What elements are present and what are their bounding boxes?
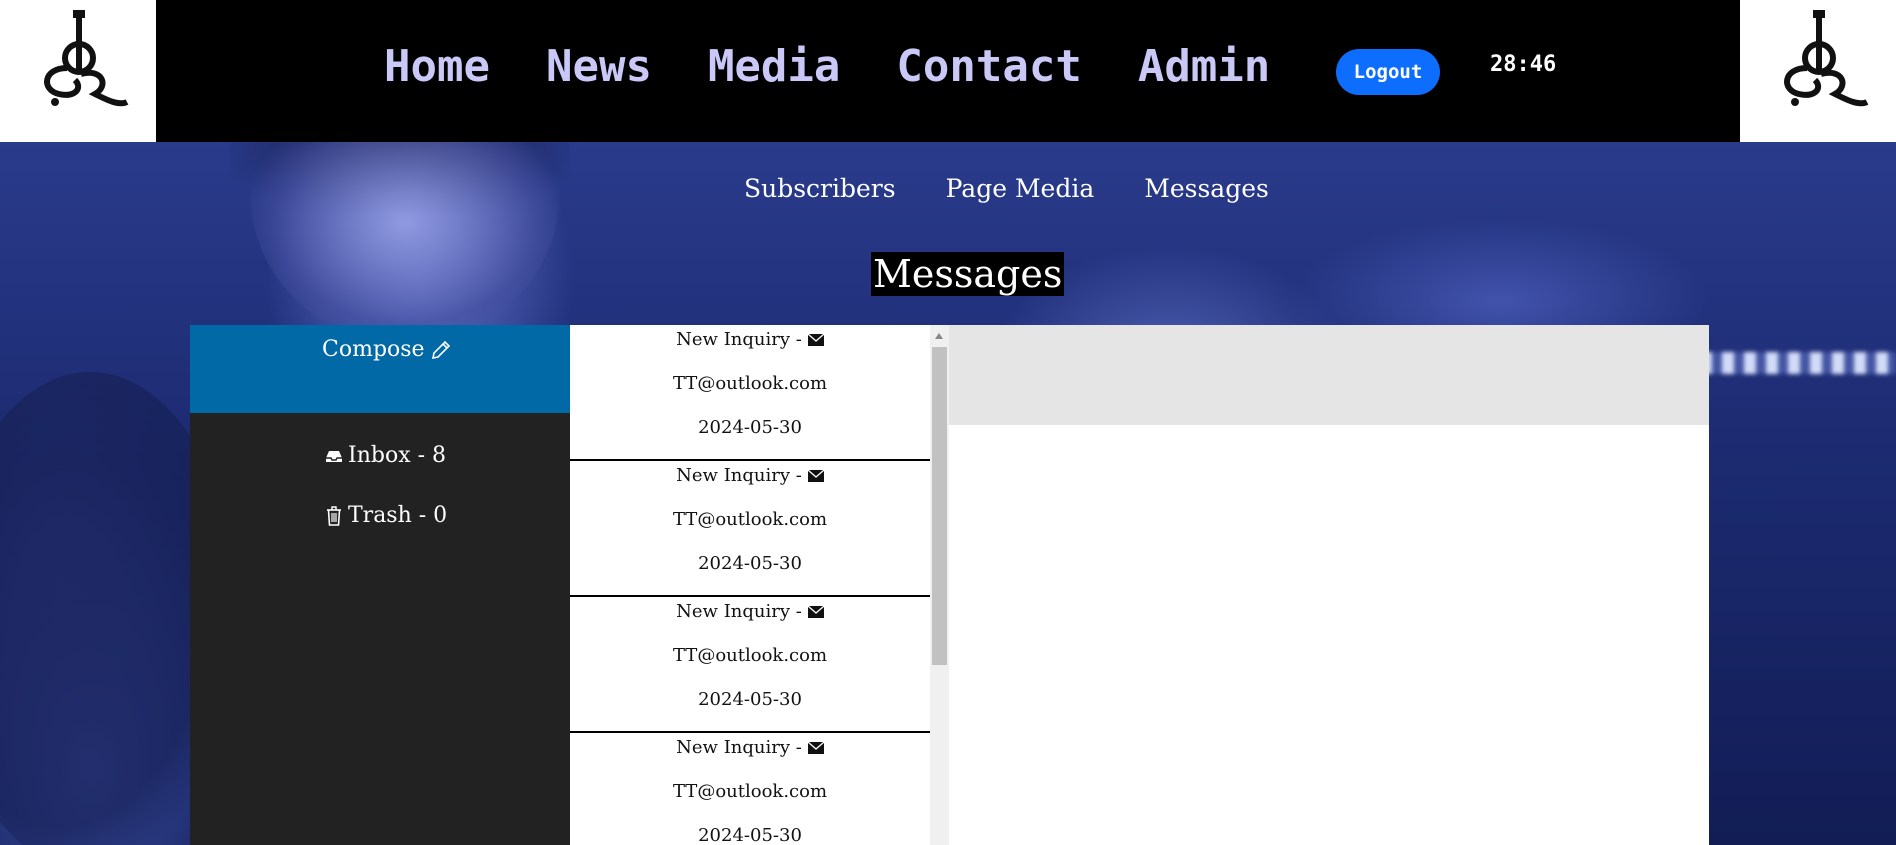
message-date: 2024-05-30 (698, 553, 802, 574)
sr-logo-icon (44, 10, 129, 107)
message-subject: New Inquiry - (676, 465, 802, 486)
site-header: Home News Media Contact Admin Logout 28:… (0, 0, 1896, 142)
nav-home[interactable]: Home (384, 36, 490, 98)
sr-logo-icon (1784, 10, 1869, 107)
background-stage-lights (1700, 352, 1896, 374)
message-date: 2024-05-30 (698, 825, 802, 845)
session-timer: 28:46 (1490, 52, 1557, 77)
message-subject: New Inquiry - (676, 737, 802, 758)
compose-label: Compose (322, 337, 425, 362)
nav-news[interactable]: News (546, 36, 652, 98)
logout-button[interactable]: Logout (1336, 49, 1440, 95)
message-subject-row: New Inquiry - (570, 463, 930, 489)
nav-media[interactable]: Media (708, 36, 840, 98)
subnav-messages[interactable]: Messages (1144, 174, 1269, 203)
subnav-page-media[interactable]: Page Media (946, 174, 1095, 203)
trash-label: Trash - 0 (348, 503, 448, 528)
message-item[interactable]: New Inquiry - TT@outlook.com 2024-05-30 (570, 733, 930, 845)
envelope-icon (807, 470, 824, 482)
message-date: 2024-05-30 (698, 689, 802, 710)
folder-trash[interactable]: Trash - 0 (324, 503, 447, 528)
message-subject: New Inquiry - (676, 601, 802, 622)
message-date: 2024-05-30 (698, 417, 802, 438)
envelope-icon (807, 334, 824, 346)
inbox-label: Inbox - 8 (348, 443, 447, 468)
message-reader (949, 325, 1709, 845)
page-title: Messages (871, 252, 1065, 296)
message-subject-row: New Inquiry - (570, 327, 930, 353)
admin-subnav: Subscribers Page Media Messages (744, 174, 1319, 203)
background-face (250, 142, 560, 342)
scroll-thumb[interactable] (932, 347, 947, 665)
logo-right[interactable] (1740, 0, 1896, 142)
message-item[interactable]: New Inquiry - TT@outlook.com 2024-05-30 (570, 461, 930, 597)
trash-icon (327, 505, 341, 526)
scroll-up-arrow[interactable] (935, 333, 943, 339)
message-sender: TT@outlook.com (672, 781, 828, 802)
envelope-icon (807, 606, 824, 618)
reader-header (949, 325, 1709, 425)
message-subject: New Inquiry - (676, 329, 802, 350)
envelope-icon (807, 742, 824, 754)
mail-sidebar: Compose Inbox - 8 Trash - 0 (190, 325, 570, 845)
main-nav: Home News Media Contact Admin (384, 36, 1326, 98)
message-item[interactable]: New Inquiry - TT@outlook.com 2024-05-30 (570, 325, 930, 461)
message-list: New Inquiry - TT@outlook.com 2024-05-30 … (570, 325, 930, 845)
inbox-tray-icon (326, 450, 342, 462)
pencil-icon (431, 340, 450, 359)
message-list-scrollbar[interactable] (930, 325, 949, 845)
nav-contact[interactable]: Contact (896, 36, 1081, 98)
message-sender: TT@outlook.com (672, 645, 828, 666)
subnav-subscribers[interactable]: Subscribers (744, 174, 896, 203)
message-sender: TT@outlook.com (672, 509, 828, 530)
message-subject-row: New Inquiry - (570, 599, 930, 625)
message-item[interactable]: New Inquiry - TT@outlook.com 2024-05-30 (570, 597, 930, 733)
message-sender: TT@outlook.com (672, 373, 828, 394)
logo-left[interactable] (0, 0, 156, 142)
compose-content: Compose (322, 337, 457, 362)
compose-button[interactable]: Compose (190, 325, 570, 413)
message-subject-row: New Inquiry - (570, 735, 930, 761)
nav-admin[interactable]: Admin (1138, 36, 1270, 98)
folder-inbox[interactable]: Inbox - 8 (324, 443, 446, 468)
